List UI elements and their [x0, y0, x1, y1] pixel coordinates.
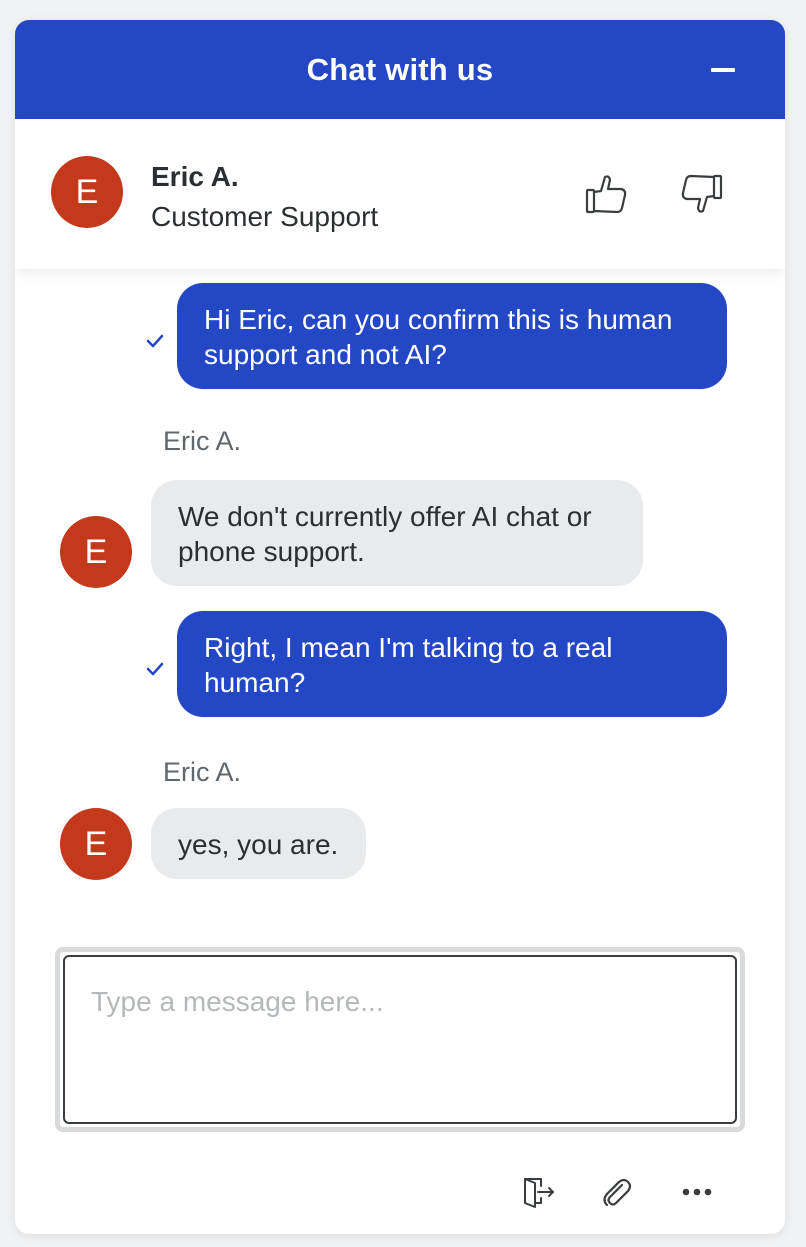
- chat-title: Chat with us: [306, 51, 494, 87]
- message-input[interactable]: [63, 955, 737, 1124]
- thumbs-down-button[interactable]: [679, 171, 725, 217]
- thumbs-up-icon: [585, 175, 627, 214]
- exit-chat-icon: [524, 1178, 554, 1208]
- message-sender-name: Eric A.: [163, 757, 242, 787]
- thumbs-down-icon: [681, 174, 723, 213]
- paperclip-icon: [603, 1178, 632, 1207]
- sent-check-icon: [146, 662, 164, 676]
- agent-message-avatar: E: [60, 516, 132, 588]
- agent-info-bar: E Eric A. Customer Support: [15, 119, 785, 269]
- chat-header: Chat with us: [15, 20, 785, 119]
- end-chat-button[interactable]: [519, 1170, 559, 1214]
- minimize-icon: [711, 68, 735, 72]
- message-sender-name: Eric A.: [163, 426, 242, 456]
- agent-name: Eric A.: [151, 161, 239, 192]
- message-list: Hi Eric, can you confirm this is human s…: [15, 269, 785, 929]
- agent-message-avatar: E: [60, 808, 132, 880]
- user-message-bubble: Right, I mean I'm talking to a real huma…: [177, 611, 727, 717]
- more-options-button[interactable]: [677, 1170, 717, 1214]
- agent-message-bubble: We don't currently offer AI chat or phon…: [151, 480, 643, 586]
- chat-toolbar: [15, 1170, 785, 1214]
- thumbs-up-button[interactable]: [583, 171, 629, 217]
- attach-file-button[interactable]: [597, 1170, 637, 1214]
- agent-role: Customer Support: [151, 201, 379, 232]
- user-message-bubble: Hi Eric, can you confirm this is human s…: [177, 283, 727, 389]
- sent-check-icon: [146, 334, 164, 348]
- agent-avatar: E: [51, 156, 123, 228]
- minimize-button[interactable]: [705, 56, 741, 84]
- agent-message-bubble: yes, you are.: [151, 808, 367, 879]
- message-composer: [55, 947, 745, 1132]
- chat-widget: Chat with us E Eric A. Customer Support …: [15, 20, 785, 1234]
- more-options-icon: [682, 1188, 712, 1196]
